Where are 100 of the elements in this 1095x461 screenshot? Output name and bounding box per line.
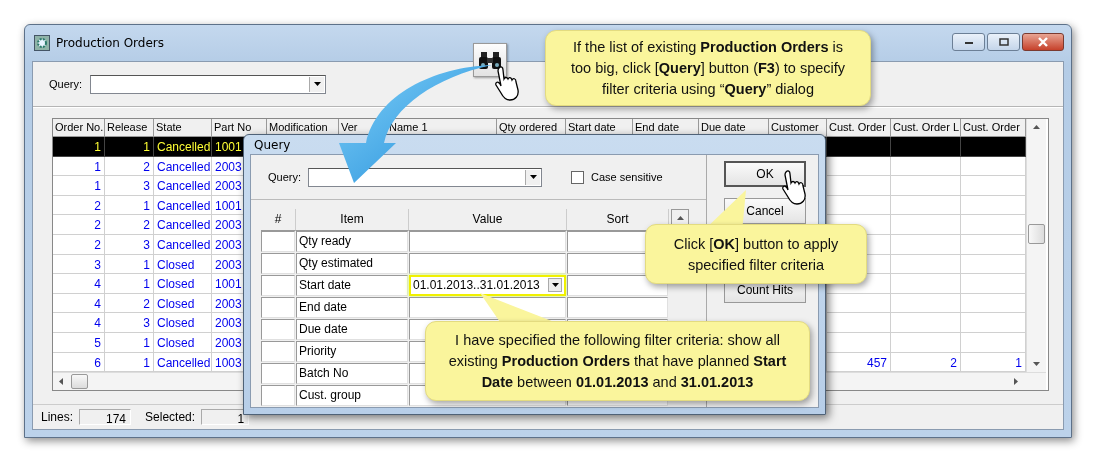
close-button[interactable] bbox=[1022, 33, 1064, 51]
table-cell bbox=[891, 254, 961, 275]
item-cell: Priority bbox=[296, 341, 408, 362]
table-cell: 2 bbox=[105, 156, 154, 177]
table-cell bbox=[891, 234, 961, 255]
table-cell bbox=[891, 215, 961, 235]
scroll-up-icon[interactable] bbox=[1033, 125, 1040, 129]
table-cell[interactable]: 4 bbox=[53, 274, 105, 294]
table-cell: Closed bbox=[154, 313, 212, 333]
item-cell: Start date bbox=[296, 275, 408, 296]
item-cell: Cust. group bbox=[296, 385, 408, 406]
table-cell[interactable]: 1 bbox=[53, 176, 105, 196]
binoculars-icon bbox=[479, 50, 501, 70]
minimize-icon bbox=[963, 39, 974, 45]
query-button[interactable] bbox=[473, 43, 507, 77]
table-cell: 2 bbox=[105, 293, 154, 314]
table-cell: 3 bbox=[105, 234, 154, 255]
table-cell[interactable]: 1 bbox=[53, 156, 105, 177]
query-combo-box[interactable] bbox=[308, 167, 542, 187]
table-cell[interactable]: 2 bbox=[53, 195, 105, 216]
table-cell: Cancelled bbox=[154, 215, 212, 235]
table-cell: 1 bbox=[105, 137, 154, 157]
scroll-left-icon[interactable] bbox=[59, 378, 63, 386]
table-cell: 2 bbox=[105, 215, 154, 235]
table-cell bbox=[891, 274, 961, 294]
table-cell: 3 bbox=[105, 313, 154, 333]
table-cell: Cancelled bbox=[154, 156, 212, 177]
query-label: Query: bbox=[268, 171, 301, 183]
table-cell bbox=[827, 313, 891, 333]
table-cell bbox=[827, 195, 891, 216]
value-field[interactable] bbox=[409, 253, 566, 274]
close-icon bbox=[1037, 37, 1049, 47]
grid-cell[interactable] bbox=[261, 363, 295, 384]
table-cell: 1 bbox=[105, 332, 154, 353]
table-cell[interactable]: 5 bbox=[53, 332, 105, 353]
table-cell: Cancelled bbox=[154, 176, 212, 196]
scroll-thumb[interactable] bbox=[1028, 224, 1045, 244]
checkbox-label: Case sensitive bbox=[591, 171, 663, 183]
item-cell: Qty estimated bbox=[296, 253, 408, 274]
table-cell[interactable]: 2 bbox=[53, 234, 105, 255]
scroll-thumb[interactable] bbox=[71, 374, 88, 390]
scroll-down-icon[interactable] bbox=[1033, 362, 1040, 367]
grid-cell[interactable] bbox=[261, 297, 295, 318]
table-cell: 1 bbox=[105, 274, 154, 294]
table-cell bbox=[827, 176, 891, 196]
dropdown-arrow-icon[interactable] bbox=[551, 283, 559, 287]
item-cell: Batch No bbox=[296, 363, 408, 384]
table-cell[interactable]: 1 bbox=[53, 137, 105, 157]
table-cell[interactable]: 3 bbox=[53, 254, 105, 275]
table-cell: Closed bbox=[154, 293, 212, 314]
value-field[interactable] bbox=[409, 231, 566, 252]
table-cell bbox=[891, 137, 961, 157]
query-combo-box[interactable] bbox=[90, 74, 326, 94]
table-cell: 3 bbox=[105, 176, 154, 196]
maximize-button[interactable] bbox=[987, 33, 1020, 51]
item-cell: Qty ready bbox=[296, 231, 408, 252]
app-icon bbox=[34, 35, 50, 51]
grid-cell[interactable] bbox=[261, 319, 295, 340]
table-cell: 1 bbox=[105, 254, 154, 275]
callout-tooltip: If the list of existing Production Orders is too big, click [Query] button (F3) to specify filter criteria using “Query” dialog bbox=[545, 30, 871, 106]
query-label: Query: bbox=[49, 78, 82, 90]
table-cell: 1 bbox=[105, 195, 154, 216]
table-cell bbox=[827, 137, 891, 157]
table-cell bbox=[827, 293, 891, 314]
table-cell bbox=[961, 137, 1026, 157]
minimize-button[interactable] bbox=[952, 33, 985, 51]
window-title: Production Orders bbox=[56, 36, 164, 50]
grid-cell[interactable] bbox=[261, 385, 295, 406]
table-cell bbox=[827, 156, 891, 177]
table-cell: Closed bbox=[154, 254, 212, 275]
table-cell bbox=[891, 313, 961, 333]
grid-cell[interactable] bbox=[261, 231, 295, 252]
grid-cell[interactable] bbox=[261, 341, 295, 362]
item-cell: End date bbox=[296, 297, 408, 318]
table-cell[interactable]: 4 bbox=[53, 313, 105, 333]
sort-cell[interactable] bbox=[567, 297, 668, 318]
table-cell[interactable]: 2 bbox=[53, 215, 105, 235]
table-cell bbox=[891, 332, 961, 353]
scroll-right-icon[interactable] bbox=[1014, 378, 1018, 386]
selected-label: Selected: bbox=[145, 410, 196, 424]
table-cell: Cancelled bbox=[154, 234, 212, 255]
table-cell bbox=[891, 176, 961, 196]
value-field[interactable]: 01.01.2013..31.01.2013 bbox=[409, 275, 566, 296]
sort-cell[interactable] bbox=[567, 275, 668, 296]
table-cell bbox=[891, 156, 961, 177]
vertical-scrollbar[interactable] bbox=[1026, 119, 1046, 373]
grid-cell[interactable] bbox=[261, 275, 295, 296]
table-cell: Closed bbox=[154, 332, 212, 353]
table-cell: Closed bbox=[154, 274, 212, 294]
grid-cell[interactable] bbox=[261, 253, 295, 274]
maximize-icon bbox=[998, 38, 1009, 46]
table-cell: Cancelled bbox=[154, 137, 212, 157]
table-cell: Cancelled bbox=[154, 195, 212, 216]
lines-count: 174 bbox=[79, 409, 132, 425]
table-cell bbox=[891, 293, 961, 314]
lines-label: Lines: bbox=[41, 410, 74, 424]
scroll-up-icon[interactable] bbox=[676, 216, 684, 220]
dialog-button[interactable]: OK bbox=[724, 161, 806, 187]
table-cell[interactable]: 4 bbox=[53, 293, 105, 314]
case-sensitive-checkbox[interactable] bbox=[571, 170, 584, 184]
